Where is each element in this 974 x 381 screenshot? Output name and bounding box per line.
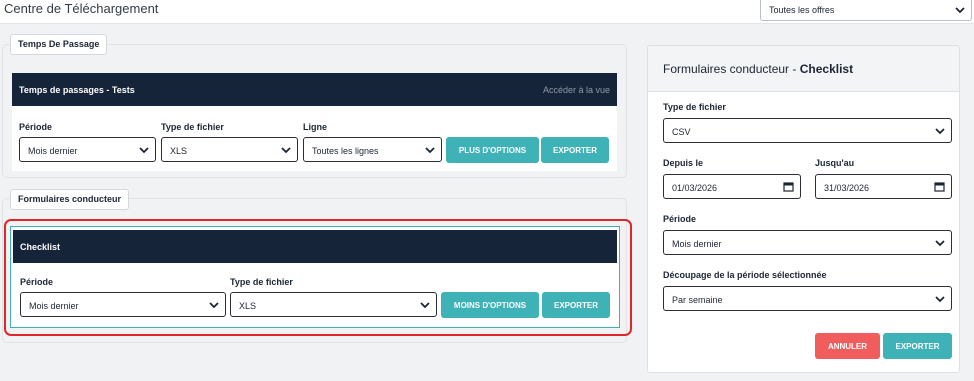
split-period-select-value: Par semaine (672, 295, 723, 305)
to-date-label: Jusqu'au (815, 158, 855, 168)
page-title: Centre de Téléchargement (4, 1, 159, 16)
ligne-select[interactable]: Toutes les lignes (303, 137, 442, 162)
split-period-select[interactable]: Par semaine (663, 286, 952, 311)
to-date-input[interactable]: 31/03/2026 (815, 174, 952, 199)
type-fichier-label: Type de fichier (663, 102, 726, 112)
to-date-value: 31/03/2026 (824, 183, 870, 193)
cancel-button[interactable]: ANNULER (815, 333, 880, 359)
periode-label: Période (19, 122, 53, 132)
export-options-header: Formulaires conducteur - Checklist (648, 46, 959, 92)
tab-temps-de-passage[interactable]: Temps De Passage (10, 34, 108, 55)
export-button[interactable]: EXPORTER (883, 333, 952, 359)
type-fichier-select-value: CSV (672, 127, 691, 137)
periode-select[interactable]: Mois dernier (19, 137, 156, 162)
top-bar: Centre de Téléchargement Toutes les offr… (0, 0, 974, 24)
ligne-select-value: Toutes les lignes (312, 146, 379, 156)
type-fichier-label: Type de fichier (161, 122, 224, 132)
more-options-button[interactable]: PLUS D'OPTIONS (446, 137, 539, 163)
passage-card: Temps de passages - Tests Accéder à la v… (12, 73, 617, 171)
type-fichier-select-value: XLS (170, 146, 188, 156)
periode-select-value: Mois dernier (28, 146, 78, 156)
selection-highlight (4, 219, 632, 336)
passage-card-header: Temps de passages - Tests Accéder à la v… (12, 73, 617, 106)
offer-select[interactable]: Toutes les offres (760, 0, 972, 21)
chevron-down-icon (280, 144, 292, 156)
type-fichier-select[interactable]: CSV (663, 118, 952, 143)
export-options-title: Formulaires conducteur - Checklist (663, 62, 854, 76)
export-button[interactable]: EXPORTER (541, 137, 609, 163)
chevron-down-icon (954, 4, 966, 16)
periode-select[interactable]: Mois dernier (663, 230, 952, 255)
periode-select-value: Mois dernier (672, 239, 722, 249)
ligne-label: Ligne (303, 122, 327, 132)
access-view-link[interactable]: Accéder à la vue (543, 85, 610, 95)
from-date-input[interactable]: 01/03/2026 (663, 174, 801, 199)
from-date-label: Depuis le (663, 158, 704, 168)
type-fichier-select[interactable]: XLS (161, 137, 298, 162)
chevron-down-icon (934, 237, 946, 249)
offer-select-value: Toutes les offres (769, 5, 835, 15)
from-date-value: 01/03/2026 (672, 183, 718, 193)
export-options-panel: Formulaires conducteur - Checklist Type … (647, 45, 960, 373)
chevron-down-icon (934, 125, 946, 137)
chevron-down-icon (424, 144, 436, 156)
chevron-down-icon (138, 144, 150, 156)
tab-formulaires-conducteur[interactable]: Formulaires conducteur (10, 189, 130, 210)
passage-card-title: Temps de passages - Tests (19, 85, 135, 95)
chevron-down-icon (934, 293, 946, 305)
periode-label: Période (663, 214, 697, 224)
calendar-icon[interactable] (934, 181, 945, 192)
split-period-label: Découpage de la période sélectionnée (663, 270, 827, 280)
calendar-icon[interactable] (783, 181, 794, 192)
